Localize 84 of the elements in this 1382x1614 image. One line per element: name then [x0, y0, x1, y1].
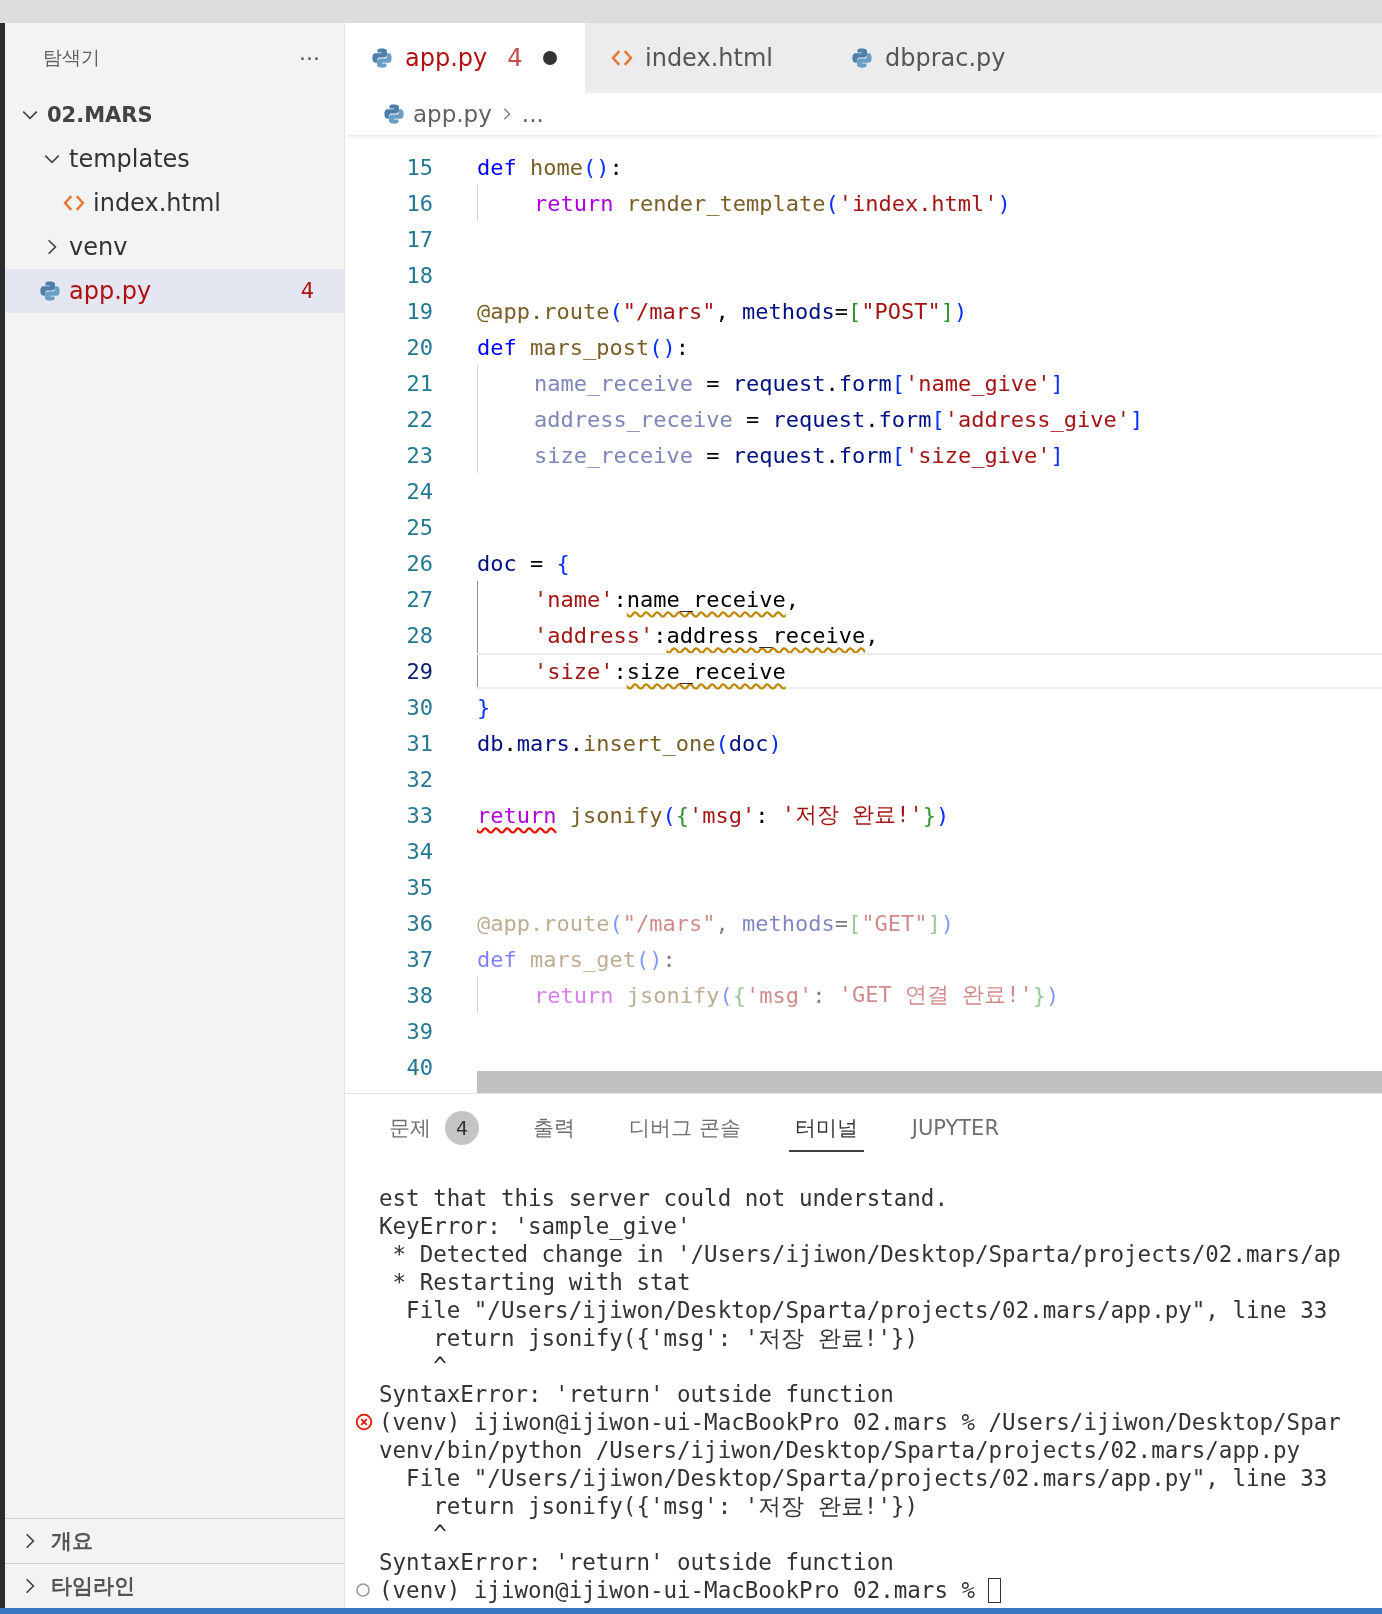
problem-count: 4 — [507, 44, 523, 72]
python-icon — [371, 47, 393, 69]
panel-tab[interactable]: 디버그 콘솔 — [623, 1106, 747, 1152]
panel-tab[interactable]: JUPYTER — [905, 1108, 1005, 1150]
terminal-line: SyntaxError: 'return' outside function — [379, 1549, 894, 1575]
line-number: 20 — [405, 334, 433, 360]
terminal-line: * Detected change in '/Users/ijiwon/Desktop/Sparta/projects/02.mars/ap — [391, 1241, 1341, 1267]
line-number: 28 — [405, 622, 433, 648]
problem-count: 4 — [300, 279, 314, 303]
code-line: } — [477, 693, 491, 722]
terminal-line: return jsonify({'msg': '저장 완료!'}) — [432, 1323, 919, 1353]
tree-item[interactable]: venv — [5, 225, 344, 269]
line-number: 35 — [405, 874, 433, 900]
code-line: def mars_get(): — [477, 945, 676, 974]
line-number: 25 — [405, 514, 433, 540]
code-line: size_receive = request.form['size_give'] — [534, 441, 1064, 470]
python-icon — [383, 103, 405, 125]
terminal-line: ^ — [432, 1521, 447, 1547]
panel-tab[interactable]: 출력 — [527, 1106, 581, 1152]
terminal-line: ^ — [432, 1353, 447, 1379]
terminal-line: KeyError: 'sample_give' — [379, 1213, 691, 1239]
panel-tab[interactable]: 터미널 — [788, 1106, 864, 1152]
code-line: address_receive = request.form['address_give'] — [534, 405, 1144, 434]
horizontal-scrollbar[interactable] — [477, 1071, 1382, 1093]
terminal-line: File "/Users/ijiwon/Desktop/Sparta/projects/02.mars/app.py", line 33 — [405, 1297, 1328, 1323]
code-line: 'name':name_receive, — [534, 585, 799, 614]
explorer-title: 탐색기 — [43, 45, 100, 70]
breadcrumb-item[interactable]: ... — [521, 101, 544, 127]
terminal-line: File "/Users/ijiwon/Desktop/Sparta/projects/02.mars/app.py", line 33 — [405, 1465, 1328, 1491]
line-number: 38 — [405, 982, 433, 1008]
terminal-line: est that this server could not understand. — [379, 1185, 948, 1211]
code-line: 'size':size_receive — [534, 657, 786, 686]
editor-tab[interactable]: app.py 4 — [345, 23, 585, 93]
code-brackets-icon — [63, 192, 85, 214]
code-line: 'address':address_receive, — [534, 621, 879, 650]
code-brackets-icon — [611, 47, 633, 69]
code-line: doc = { — [477, 549, 570, 578]
line-number: 19 — [405, 298, 433, 324]
code-line: @app.route("/mars", methods=["POST"]) — [477, 297, 968, 326]
line-number: 15 — [405, 154, 433, 180]
line-number: 33 — [405, 802, 433, 828]
folder-header[interactable]: 02.MARS — [5, 93, 344, 137]
code-line: db.mars.insert_one(doc) — [477, 729, 782, 758]
breadcrumb-item[interactable]: app.py — [413, 101, 492, 127]
tree-item[interactable]: app.py 4 — [5, 269, 344, 313]
python-icon — [851, 47, 873, 69]
more-actions-button[interactable]: ··· — [299, 45, 320, 71]
line-number: 30 — [405, 694, 433, 720]
line-number: 18 — [405, 262, 433, 288]
code-line: @app.route("/mars", methods=["GET"]) — [477, 909, 954, 938]
tree-item[interactable]: templates — [5, 137, 344, 181]
python-icon — [39, 280, 61, 302]
code-line: def mars_post(): — [477, 333, 689, 362]
line-number: 23 — [405, 442, 433, 468]
line-number: 39 — [405, 1018, 433, 1044]
terminal-line: (venv) ijiwon@ijiwon-ui-MacBookPro 02.mars % /Users/ijiwon/Desktop/Spar — [379, 1409, 1341, 1435]
code-line: def home(): — [477, 153, 623, 182]
terminal-line: return jsonify({'msg': '저장 완료!'}) — [432, 1491, 919, 1521]
terminal-line: SyntaxError: 'return' outside function — [379, 1381, 894, 1407]
line-number: 29 — [405, 658, 433, 684]
code-line: return jsonify({'msg': 'GET 연결 완료!'}) — [534, 981, 1060, 1010]
terminal-line: * Restarting with stat — [391, 1269, 691, 1295]
line-number: 34 — [405, 838, 433, 864]
line-number: 32 — [405, 766, 433, 792]
line-number: 40 — [405, 1054, 433, 1080]
code-line: return jsonify({'msg': '저장 완료!'}) — [477, 801, 950, 830]
line-number: 16 — [405, 190, 433, 216]
terminal-line: (venv) ijiwon@ijiwon-ui-MacBookPro 02.mars % — [379, 1577, 976, 1603]
line-number: 21 — [405, 370, 433, 396]
line-number: 36 — [405, 910, 433, 936]
line-number: 17 — [405, 226, 433, 252]
section-header[interactable]: 개요 — [5, 1518, 344, 1563]
line-number: 22 — [405, 406, 433, 432]
line-number: 26 — [405, 550, 433, 576]
problem-count-badge: 4 — [445, 1111, 479, 1145]
line-number: 31 — [405, 730, 433, 756]
line-number: 27 — [405, 586, 433, 612]
terminal-line: venv/bin/python /Users/ijiwon/Desktop/Sparta/projects/02.mars/app.py — [379, 1437, 1301, 1463]
tree-item[interactable]: index.html — [5, 181, 344, 225]
panel-tab[interactable]: 문제 4 — [383, 1103, 485, 1155]
line-number: 24 — [405, 478, 433, 504]
line-number: 37 — [405, 946, 433, 972]
code-line: return render_template('index.html') — [534, 189, 1011, 218]
code-line: name_receive = request.form['name_give'] — [534, 369, 1064, 398]
